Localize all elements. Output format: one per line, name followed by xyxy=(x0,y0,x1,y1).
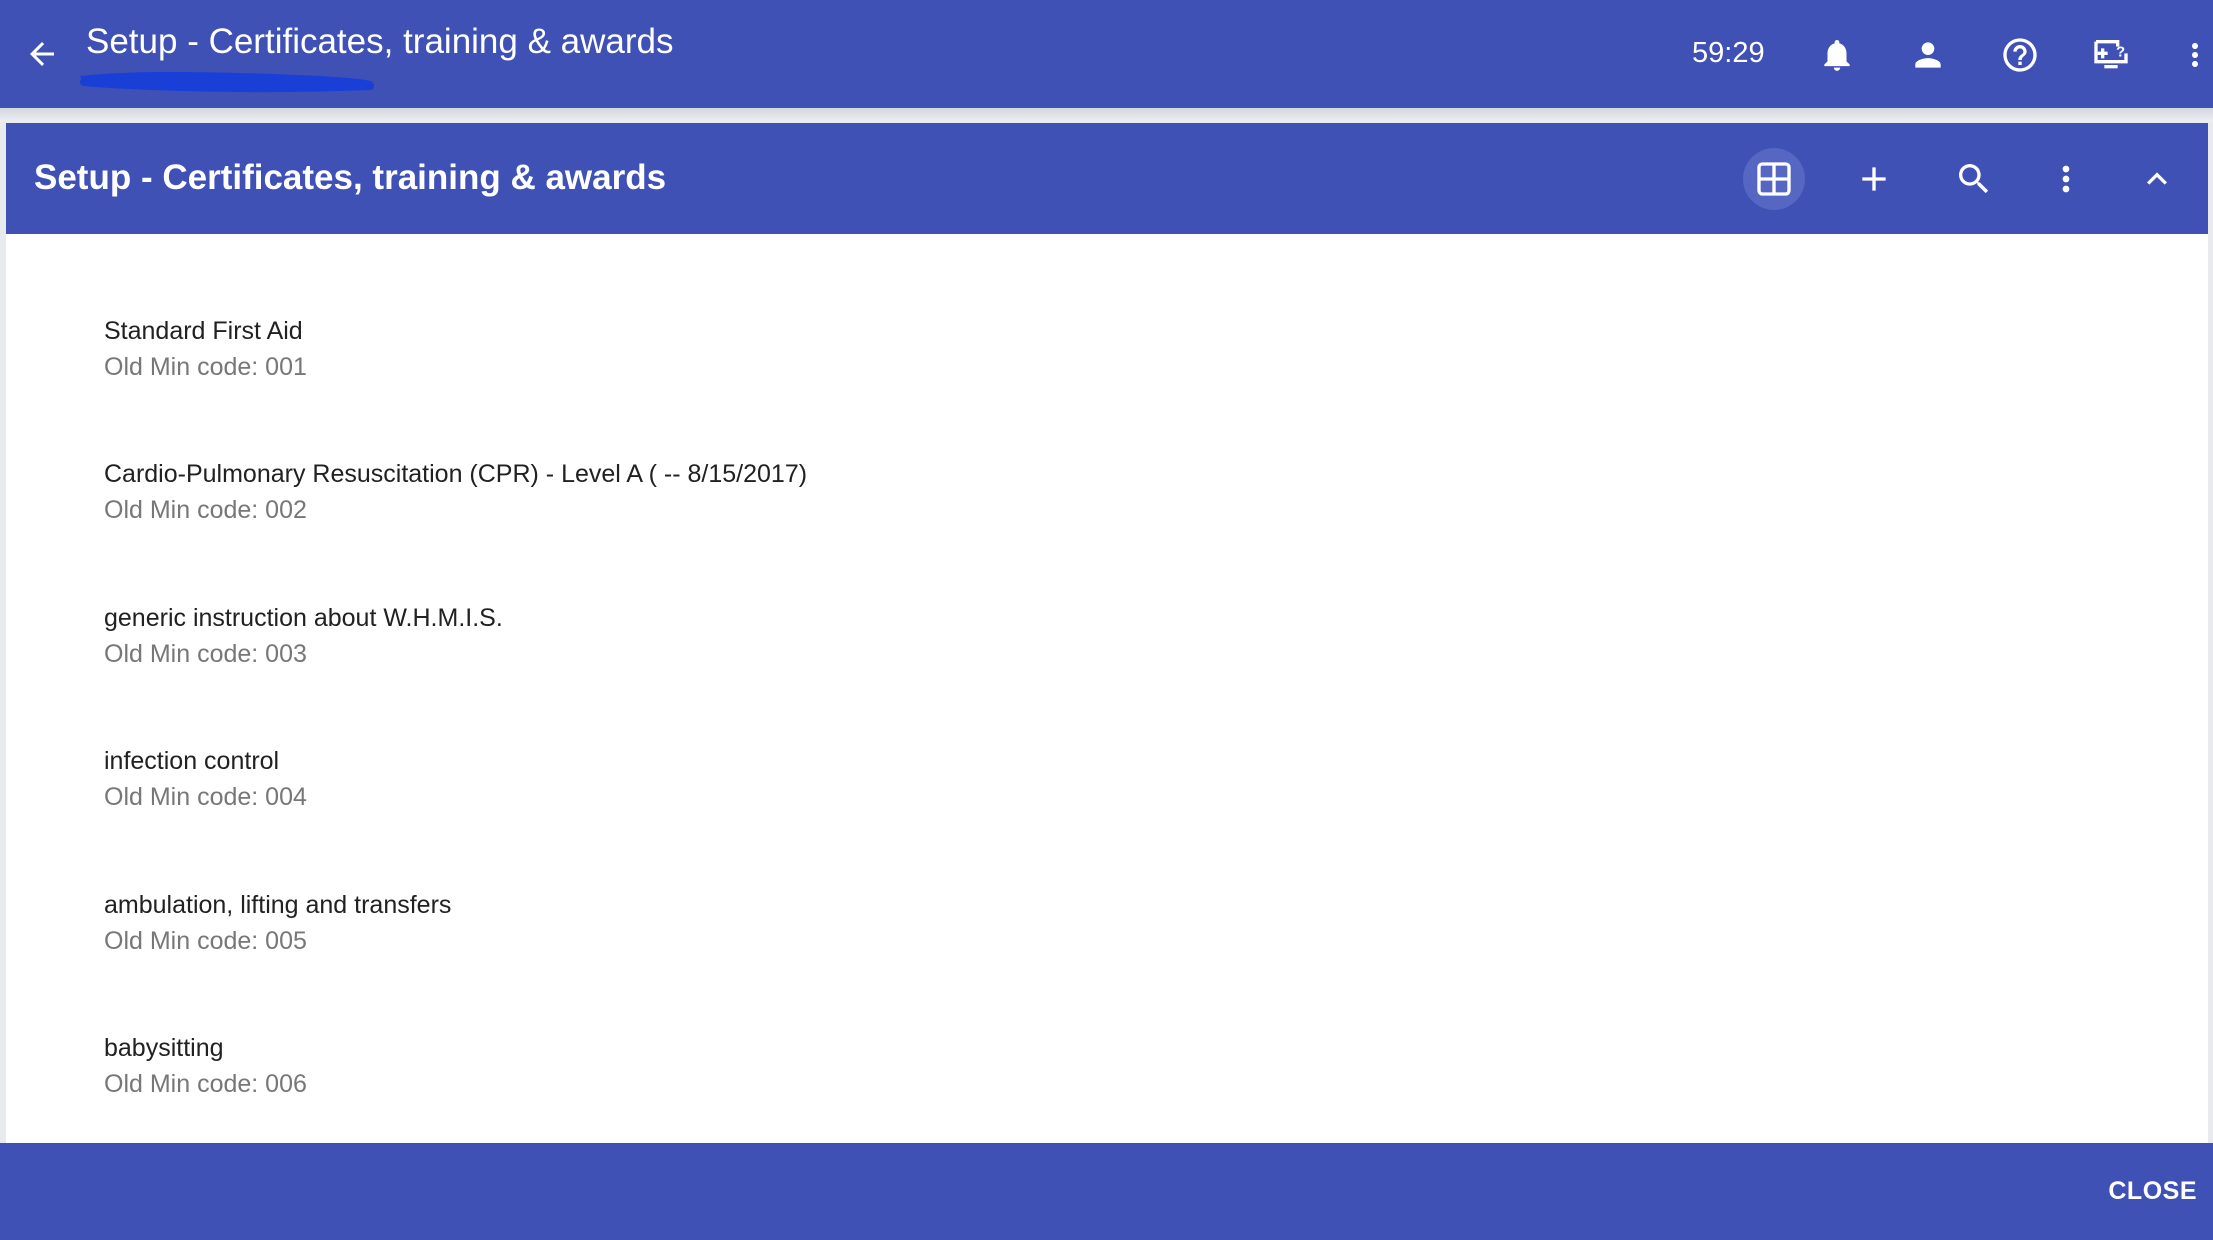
grid-view-icon xyxy=(1757,162,1791,196)
header-shadow xyxy=(0,108,2213,122)
footer-bar: CLOSE xyxy=(0,1143,2213,1240)
help-icon xyxy=(2003,38,2037,72)
item-name: babysitting xyxy=(104,1034,224,1062)
arrow-left-icon xyxy=(30,42,54,66)
item-code: Old Min code: 006 xyxy=(104,1070,307,1098)
add-icon xyxy=(1862,167,1886,191)
chevron-up-icon xyxy=(2147,172,2167,185)
item-code: Old Min code: 002 xyxy=(104,496,307,524)
panel-header: Setup - Certificates, training & awards xyxy=(6,123,2208,234)
notifications-button[interactable] xyxy=(1812,30,1862,80)
panel-title: Setup - Certificates, training & awards xyxy=(34,158,667,197)
list-item[interactable]: babysitting Old Min code: 006 xyxy=(104,1031,1304,1101)
account-button[interactable] xyxy=(1903,30,1953,80)
item-code: Old Min code: 001 xyxy=(104,353,307,381)
item-name: Cardio-Pulmonary Resuscitation (CPR) - L… xyxy=(104,460,808,488)
list-item[interactable]: Standard First Aid Old Min code: 001 xyxy=(104,314,1304,384)
close-button[interactable]: CLOSE xyxy=(2108,1177,2197,1206)
app-header: Setup - Certificates, training & awards … xyxy=(0,0,2213,108)
item-code: Old Min code: 005 xyxy=(104,927,307,955)
more-vert-icon xyxy=(2062,165,2070,193)
list-item[interactable]: infection control Old Min code: 004 xyxy=(104,744,1304,814)
item-code: Old Min code: 003 xyxy=(104,640,307,668)
item-name: generic instruction about W.H.M.I.S. xyxy=(104,604,503,632)
page-title: Setup - Certificates, training & awards xyxy=(86,22,674,61)
session-timer: 59:29 xyxy=(1692,37,1765,69)
more-options-button[interactable] xyxy=(2177,30,2213,80)
list-item[interactable]: Cardio-Pulmonary Resuscitation (CPR) - L… xyxy=(104,457,1304,527)
item-code: Old Min code: 004 xyxy=(104,783,307,811)
list-item[interactable]: ambulation, lifting and transfers Old Mi… xyxy=(104,888,1304,958)
redaction-scribble xyxy=(80,72,374,93)
help-button[interactable] xyxy=(1995,30,2045,80)
item-name: Standard First Aid xyxy=(104,317,303,345)
back-button[interactable] xyxy=(18,30,66,78)
person-icon xyxy=(1915,42,1941,68)
search-icon xyxy=(1959,164,1989,194)
bell-icon xyxy=(1824,39,1850,71)
grid-view-button[interactable] xyxy=(1743,148,1805,210)
list-item[interactable]: generic instruction about W.H.M.I.S. Old… xyxy=(104,601,1304,671)
add-button[interactable] xyxy=(1843,148,1905,210)
item-name: infection control xyxy=(104,747,280,775)
svg-text:?: ? xyxy=(2116,44,2125,61)
remote-support-button[interactable]: ? xyxy=(2086,30,2136,80)
list-panel: Setup - Certificates, training & awards … xyxy=(6,123,2208,1143)
remote-support-icon: ? xyxy=(2094,40,2128,69)
search-button[interactable] xyxy=(1943,148,2005,210)
collapse-button[interactable] xyxy=(2126,148,2188,210)
item-name: ambulation, lifting and transfers xyxy=(104,891,452,919)
more-vert-icon xyxy=(2192,43,2198,67)
panel-more-button[interactable] xyxy=(2035,148,2097,210)
